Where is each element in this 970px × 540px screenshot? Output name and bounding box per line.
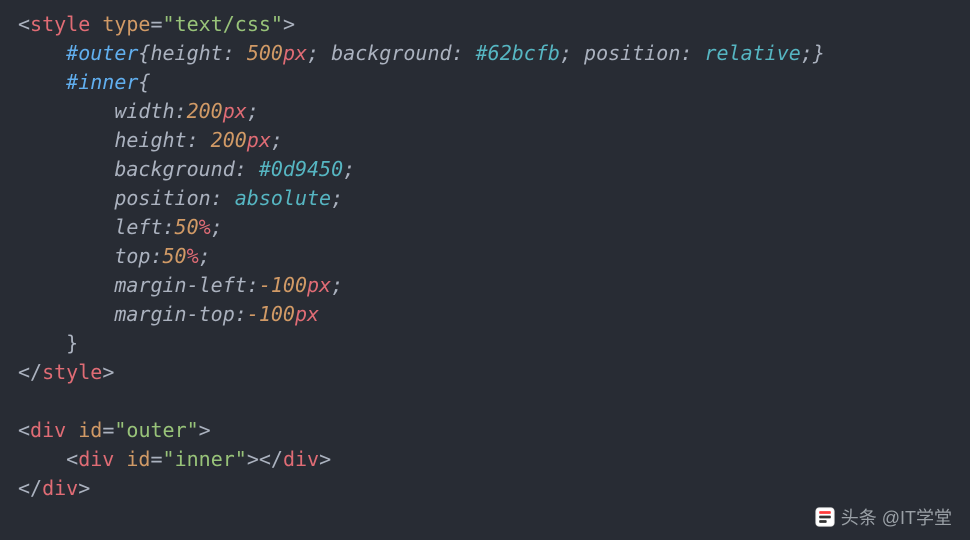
angle-bracket: < <box>18 418 30 442</box>
attr-type: type <box>102 12 150 36</box>
watermark: 头条 @IT学堂 <box>815 504 952 530</box>
attr-id: id <box>78 418 102 442</box>
tag-div: div <box>42 476 78 500</box>
css-unit: % <box>187 244 199 268</box>
tag-style: style <box>30 12 90 36</box>
code-line: <div id="outer"> <box>18 418 211 442</box>
css-unit: px <box>283 41 307 65</box>
css-prop: height <box>114 128 186 152</box>
css-prop: background <box>331 41 451 65</box>
css-prop: background <box>114 157 234 181</box>
css-number: -100 <box>247 302 295 326</box>
css-number: 200 <box>211 128 247 152</box>
angle-bracket: </ <box>18 476 42 500</box>
code-line: left:50%; <box>18 215 223 239</box>
tag-style: style <box>42 360 102 384</box>
css-prop: top <box>114 244 150 268</box>
tag-div: div <box>30 418 66 442</box>
code-line: width:200px; <box>18 99 259 123</box>
code-line: } <box>18 331 78 355</box>
code-line: <div id="inner"></div> <box>18 447 331 471</box>
angle-bracket: < <box>66 447 78 471</box>
string-text-css: "text/css" <box>163 12 283 36</box>
angle-bracket: </ <box>259 447 283 471</box>
css-unit: px <box>223 99 247 123</box>
tag-div: div <box>283 447 319 471</box>
code-line: height: 200px; <box>18 128 283 152</box>
css-prop: margin-left <box>114 273 246 297</box>
css-number: -100 <box>259 273 307 297</box>
css-number: 50 <box>163 244 187 268</box>
css-prop: position <box>584 41 680 65</box>
angle-bracket: </ <box>18 360 42 384</box>
code-line: #inner{ <box>18 70 150 94</box>
css-unit: px <box>307 273 331 297</box>
selector-outer: #outer <box>66 41 138 65</box>
code-line: margin-left:-100px; <box>18 273 343 297</box>
selector-inner: #inner <box>66 70 138 94</box>
css-prop: width <box>114 99 174 123</box>
css-number: 500 <box>247 41 283 65</box>
css-keyword: relative <box>704 41 800 65</box>
tag-div: div <box>78 447 114 471</box>
code-line: position: absolute; <box>18 186 343 210</box>
code-line: #outer{height: 500px; background: #62bcf… <box>18 41 825 65</box>
css-unit: % <box>199 215 211 239</box>
code-line: top:50%; <box>18 244 211 268</box>
code-block: <style type="text/css"> #outer{height: 5… <box>0 0 970 513</box>
angle-bracket: < <box>18 12 30 36</box>
toutiao-logo-icon <box>815 507 835 527</box>
css-unit: px <box>247 128 271 152</box>
watermark-text: 头条 @IT学堂 <box>841 504 952 530</box>
code-line: <style type="text/css"> <box>18 12 295 36</box>
css-prop: margin-top <box>114 302 234 326</box>
css-prop: height <box>150 41 222 65</box>
css-number: 200 <box>187 99 223 123</box>
attr-id: id <box>126 447 150 471</box>
string-outer: "outer" <box>114 418 198 442</box>
string-inner: "inner" <box>163 447 247 471</box>
css-number: 50 <box>175 215 199 239</box>
css-prop: left <box>114 215 162 239</box>
code-line: margin-top:-100px <box>18 302 319 326</box>
code-line <box>18 389 30 413</box>
code-line: </style> <box>18 360 114 384</box>
css-unit: px <box>295 302 319 326</box>
code-line: background: #0d9450; <box>18 157 355 181</box>
css-keyword: absolute <box>235 186 331 210</box>
css-prop: position <box>114 186 210 210</box>
css-color: #62bcfb <box>476 41 560 65</box>
code-line: </div> <box>18 476 90 500</box>
css-color: #0d9450 <box>259 157 343 181</box>
